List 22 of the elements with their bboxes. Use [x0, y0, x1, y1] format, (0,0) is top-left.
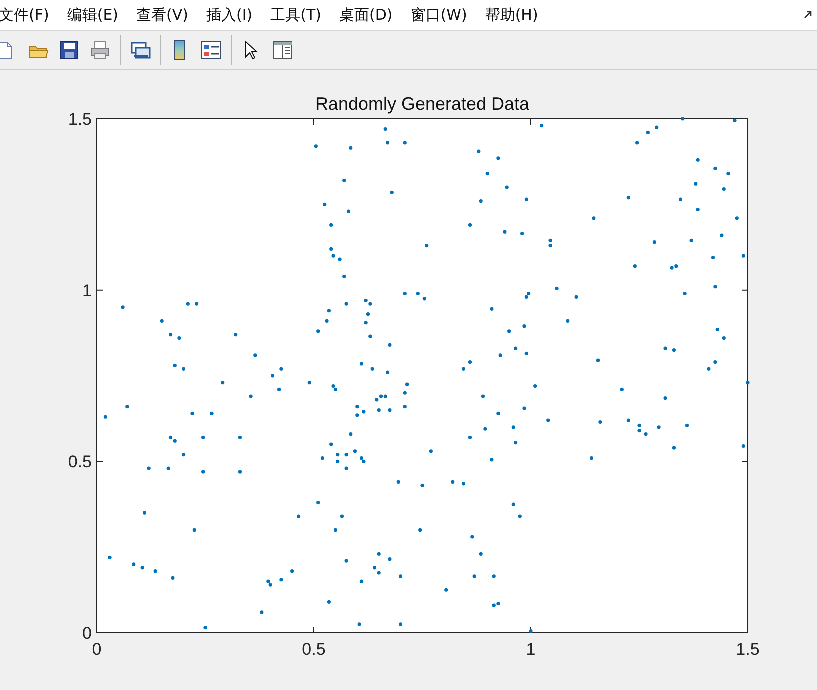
- x-tick-label: 1: [526, 640, 536, 659]
- menu-item[interactable]: 窗口(W): [410, 6, 468, 24]
- menu-item[interactable]: 帮助(H): [485, 6, 538, 24]
- y-tick-label: 0: [82, 624, 92, 643]
- legend-icon[interactable]: [201, 40, 222, 60]
- panel-icon[interactable]: [272, 40, 293, 60]
- menu-item[interactable]: 桌面(D): [340, 6, 393, 24]
- y-tick-label: 0.5: [68, 452, 92, 472]
- dock-arrow-icon[interactable]: [803, 10, 813, 20]
- linked-windows-icon[interactable]: [130, 40, 151, 60]
- x-tick-label: 1.5: [736, 640, 760, 659]
- save-icon[interactable]: [59, 40, 80, 60]
- y-tick-label: 1: [82, 281, 92, 300]
- y-tick-label: 1.5: [68, 110, 92, 129]
- chart-title: Randomly Generated Data: [315, 94, 530, 114]
- menu-item[interactable]: 查看(V): [136, 6, 188, 24]
- menu-item[interactable]: 编辑(E): [67, 6, 119, 24]
- x-tick-label: 0: [92, 640, 102, 659]
- menu-item[interactable]: 插入(I): [206, 6, 253, 24]
- printer-icon[interactable]: [90, 40, 111, 60]
- menu-item[interactable]: 工具(T): [270, 6, 322, 24]
- x-tick-label: 0.5: [302, 640, 326, 659]
